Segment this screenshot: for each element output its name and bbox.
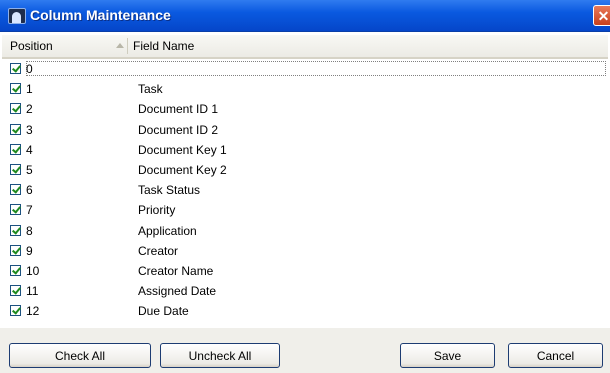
table-row[interactable]: 3 Document ID 2: [2, 120, 608, 140]
position-cell: 6: [26, 183, 33, 198]
button-bar: Check All Uncheck All Save Cancel: [0, 328, 610, 373]
check-all-button[interactable]: Check All: [9, 343, 151, 368]
title-bar[interactable]: Column Maintenance ✕: [0, 0, 610, 32]
field-name-cell: Document ID 1: [138, 102, 219, 117]
position-cell: 3: [26, 122, 33, 137]
field-name-cell: Document Key 2: [138, 162, 227, 177]
table-row[interactable]: 2 Document ID 1: [2, 99, 608, 119]
position-cell: 5: [26, 162, 33, 177]
sort-ascending-icon: [116, 43, 124, 48]
row-checkbox[interactable]: [10, 83, 21, 95]
table-row[interactable]: 9 Creator: [2, 241, 608, 261]
table-row[interactable]: 8 Application: [2, 221, 608, 241]
position-cell: 8: [26, 223, 33, 238]
close-icon: ✕: [597, 8, 610, 24]
cancel-button[interactable]: Cancel: [508, 343, 603, 368]
table-row[interactable]: 4 Document Key 1: [2, 140, 608, 160]
table-row[interactable]: 6 Task Status: [2, 180, 608, 200]
row-checkbox[interactable]: [10, 163, 21, 175]
row-checkbox[interactable]: [10, 305, 21, 317]
close-button[interactable]: ✕: [593, 5, 610, 26]
field-name-cell: Document Key 1: [138, 142, 227, 157]
save-button[interactable]: Save: [400, 343, 495, 368]
field-name-cell: Priority: [138, 203, 176, 218]
position-cell: 4: [26, 142, 33, 157]
position-cell: 2: [26, 102, 33, 117]
position-cell: 1: [26, 82, 33, 97]
grid-header: Position Field Name: [2, 35, 608, 59]
row-checkbox[interactable]: [10, 63, 21, 74]
position-cell: 12: [26, 304, 40, 319]
field-name-cell: Creator: [138, 243, 179, 258]
table-row[interactable]: 1 Task: [2, 79, 608, 99]
uncheck-all-button[interactable]: Uncheck All: [160, 343, 280, 368]
row-checkbox[interactable]: [10, 264, 21, 276]
position-cell: 10: [26, 263, 40, 278]
field-name-cell: Task: [138, 82, 163, 97]
field-name-cell: Assigned Date: [138, 284, 217, 299]
position-cell: 0: [26, 62, 33, 76]
table-row[interactable]: 12 Due Date: [2, 301, 608, 321]
table-row[interactable]: 11 Assigned Date: [2, 281, 608, 301]
table-row[interactable]: 10 Creator Name: [2, 261, 608, 281]
table-row[interactable]: 7 Priority: [2, 200, 608, 220]
row-checkbox[interactable]: [10, 244, 21, 256]
table-row[interactable]: 5 Document Key 2: [2, 160, 608, 180]
app-icon: [8, 8, 26, 24]
row-checkbox[interactable]: [10, 123, 21, 135]
column-header-position[interactable]: Position: [10, 35, 53, 57]
position-cell: 9: [26, 243, 33, 258]
field-name-cell: Due Date: [138, 304, 189, 319]
position-cell: 11: [26, 284, 39, 299]
position-cell: 7: [26, 203, 33, 218]
table-row[interactable]: 0: [2, 59, 608, 79]
field-name-cell: Document ID 2: [138, 122, 219, 137]
window-title: Column Maintenance: [30, 7, 171, 23]
field-name-cell: Application: [138, 223, 197, 238]
row-checkbox[interactable]: [10, 143, 21, 155]
field-name-cell: Task Status: [138, 183, 201, 198]
row-checkbox[interactable]: [10, 184, 21, 196]
row-checkbox[interactable]: [10, 285, 21, 297]
grid-rows: 0 1 Task 2 Document ID 1 3 Document ID 2 4 Docum…: [2, 59, 608, 321]
column-header-field-name[interactable]: Field Name: [133, 35, 194, 57]
column-grid: Position Field Name 0 1 Task 2 Document ID 1…: [2, 35, 608, 327]
focus-rectangle: [26, 61, 606, 76]
row-checkbox[interactable]: [10, 103, 21, 115]
row-checkbox[interactable]: [10, 204, 21, 216]
field-name-cell: Creator Name: [138, 263, 214, 278]
row-checkbox[interactable]: [10, 224, 21, 236]
column-divider[interactable]: [127, 38, 128, 54]
